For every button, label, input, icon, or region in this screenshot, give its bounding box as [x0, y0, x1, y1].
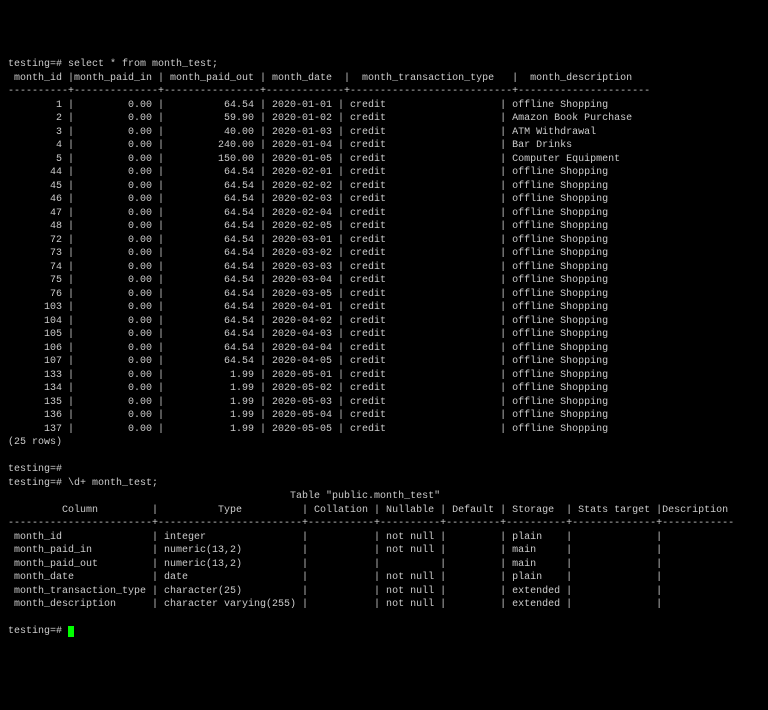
cursor[interactable]: [68, 626, 74, 637]
prompt: testing=#: [8, 464, 62, 475]
sql-query: select * from month_test;: [68, 59, 218, 70]
schema-header-row: Column | Type | Collation | Nullable | D…: [8, 505, 734, 516]
terminal-output: testing=# select * from month_test; mont…: [8, 58, 760, 639]
table-title-line: Table "public.month_test": [8, 491, 728, 502]
divider: ------------------------+---------------…: [8, 518, 734, 529]
psql-command: \d+ month_test;: [68, 478, 158, 489]
row-count: (25 rows): [8, 437, 62, 448]
divider: ----------+--------------+--------------…: [8, 86, 650, 97]
prompt: testing=#: [8, 478, 62, 489]
prompt: testing=#: [8, 626, 62, 637]
table-header-row: month_id |month_paid_in | month_paid_out…: [8, 73, 650, 84]
prompt: testing=#: [8, 59, 62, 70]
